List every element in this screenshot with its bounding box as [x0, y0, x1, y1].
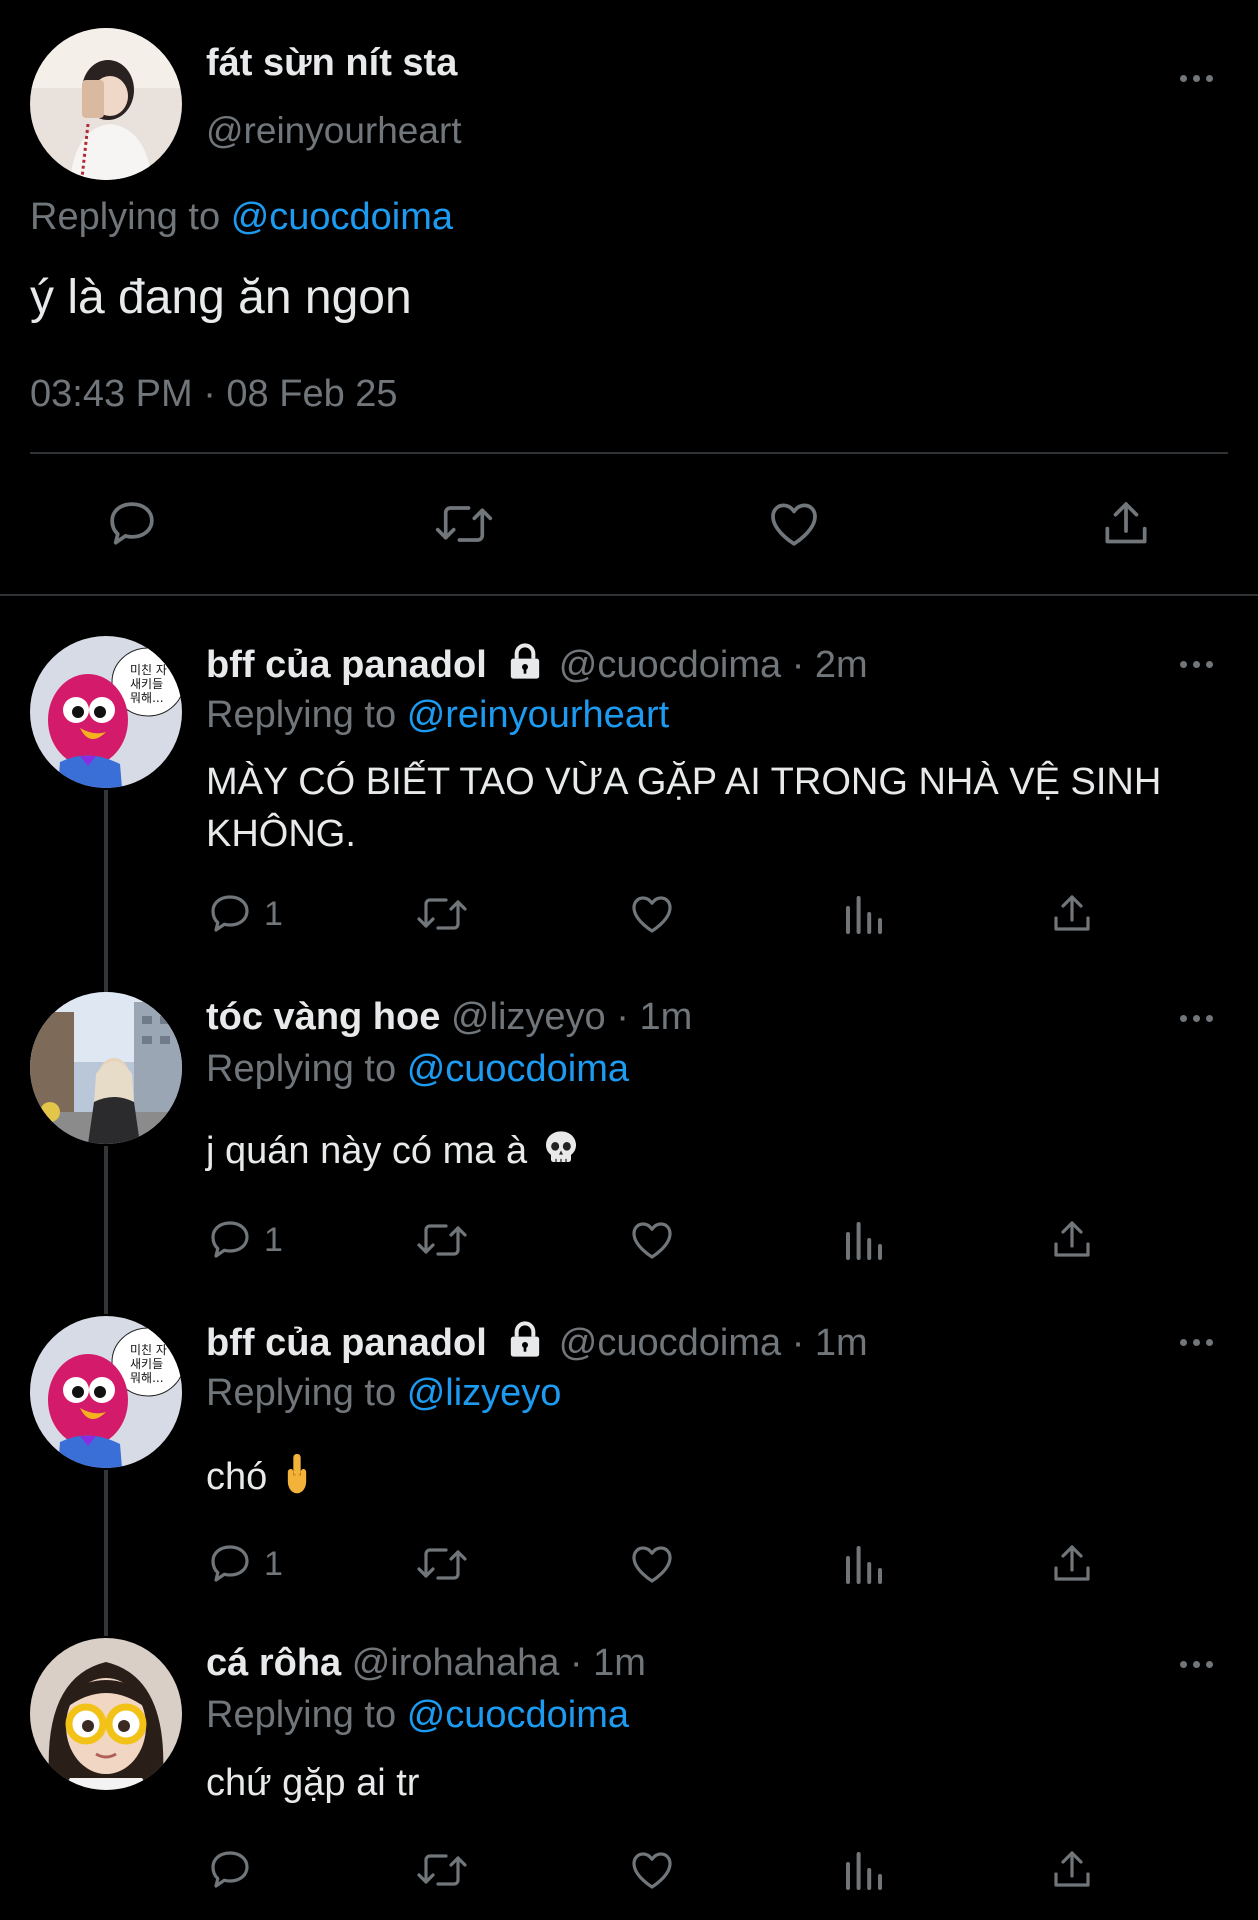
- main-handle[interactable]: @reinyourheart: [206, 110, 462, 152]
- like-icon[interactable]: [628, 1216, 676, 1264]
- reply-text: MÀY CÓ BIẾT TAO VỪA GẶP AI TRONG NHÀ VỆ …: [206, 761, 1162, 855]
- reply-time[interactable]: · 1m: [792, 1322, 868, 1364]
- share-icon[interactable]: [1048, 1540, 1096, 1588]
- reply-text: chứ gặp ai tr: [206, 1762, 420, 1804]
- reply-display-name[interactable]: bff của panadol: [206, 1322, 487, 1364]
- main-divider: [30, 452, 1228, 454]
- replying-to-link[interactable]: @cuocdoima: [231, 196, 453, 238]
- more-options-icon[interactable]: [1174, 1320, 1218, 1364]
- reply-header: cá rôha @irohahaha · 1m: [206, 1642, 646, 1685]
- avatar-cuocdoima[interactable]: 미친 자 새키들 뭐해...: [30, 636, 182, 788]
- reply-display-name[interactable]: tóc vàng hoe: [206, 996, 440, 1038]
- replying-label: Replying to: [30, 196, 221, 238]
- reply-count: 1: [264, 1220, 283, 1259]
- main-replying-line: Replying to @cuocdoima: [30, 196, 453, 239]
- reply-handle[interactable]: @lizyeyo: [451, 996, 606, 1038]
- like-icon[interactable]: [628, 890, 676, 938]
- like-icon[interactable]: [628, 1846, 676, 1894]
- avatar-irohahaha[interactable]: [30, 1638, 182, 1790]
- more-options-icon[interactable]: [1174, 642, 1218, 686]
- svg-text:미친 자: 미친 자: [130, 1343, 167, 1357]
- avatar-lizyeyo[interactable]: [30, 992, 182, 1144]
- replying-to-link[interactable]: @cuocdoima: [407, 1048, 629, 1090]
- retweet-icon[interactable]: [414, 890, 470, 938]
- thread-line: [104, 1470, 108, 1636]
- reply-header: bff của panadol @cuocdoima · 2m: [206, 642, 868, 692]
- main-tweet-text: ý là đang ăn ngon: [30, 271, 412, 324]
- more-options-icon[interactable]: [1174, 996, 1218, 1040]
- thread-line: [104, 1146, 108, 1314]
- views-icon[interactable]: [840, 1846, 888, 1894]
- like-icon[interactable]: [766, 496, 822, 552]
- reply-icon[interactable]: [206, 1846, 264, 1894]
- views-icon[interactable]: [840, 1216, 888, 1264]
- lock-icon: [505, 1320, 545, 1370]
- main-display-name[interactable]: fát sừn nít sta: [206, 42, 457, 85]
- reply-icon[interactable]: 1: [206, 890, 283, 938]
- svg-text:뭐해...: 뭐해...: [130, 1371, 164, 1385]
- reply-icon[interactable]: [104, 496, 160, 552]
- share-icon[interactable]: [1098, 496, 1154, 552]
- reply-time[interactable]: · 2m: [792, 644, 868, 686]
- reply-header: tóc vàng hoe @lizyeyo · 1m: [206, 996, 692, 1039]
- share-icon[interactable]: [1048, 1846, 1096, 1894]
- reply-icon[interactable]: 1: [206, 1540, 283, 1588]
- main-timestamp[interactable]: 03:43 PM · 08 Feb 25: [30, 373, 398, 416]
- svg-text:새키들: 새키들: [130, 1357, 163, 1371]
- retweet-icon[interactable]: [414, 1846, 470, 1894]
- more-options-icon[interactable]: [1174, 1642, 1218, 1686]
- views-icon[interactable]: [840, 890, 888, 938]
- reply-handle[interactable]: @cuocdoima: [559, 644, 781, 686]
- reply-handle[interactable]: @irohahaha: [352, 1642, 560, 1684]
- reply-replying-line: Replying to @cuocdoima: [206, 1694, 629, 1737]
- reply-time[interactable]: · 1m: [570, 1642, 646, 1684]
- replying-to-link[interactable]: @reinyourheart: [407, 694, 669, 736]
- reply-count: 1: [264, 1544, 283, 1583]
- replying-to-link[interactable]: @lizyeyo: [407, 1372, 562, 1414]
- thread-line: [104, 790, 108, 992]
- reply-time[interactable]: · 1m: [616, 996, 692, 1038]
- svg-text:미친 자: 미친 자: [130, 663, 167, 677]
- retweet-icon[interactable]: [432, 496, 496, 552]
- replying-label: Replying to: [206, 1694, 397, 1736]
- svg-text:뭐해...: 뭐해...: [130, 691, 164, 705]
- reply-count: 1: [264, 894, 283, 933]
- reply-display-name[interactable]: bff của panadol: [206, 644, 487, 686]
- share-icon[interactable]: [1048, 890, 1096, 938]
- reply-text-line: chó: [206, 1452, 313, 1506]
- middle-finger-emoji-icon: [281, 1452, 313, 1506]
- reply-text-line: j quán này có ma à: [206, 1128, 581, 1178]
- replying-label: Replying to: [206, 1372, 397, 1414]
- reply-replying-line: Replying to @reinyourheart: [206, 694, 669, 737]
- avatar-reinyourheart[interactable]: [30, 28, 182, 180]
- share-icon[interactable]: [1048, 1216, 1096, 1264]
- replying-label: Replying to: [206, 1048, 397, 1090]
- reply-handle[interactable]: @cuocdoima: [559, 1322, 781, 1364]
- reply-display-name[interactable]: cá rôha: [206, 1642, 341, 1684]
- replying-to-link[interactable]: @cuocdoima: [407, 1694, 629, 1736]
- retweet-icon[interactable]: [414, 1540, 470, 1588]
- section-divider: [0, 594, 1258, 596]
- reply-replying-line: Replying to @cuocdoima: [206, 1048, 629, 1091]
- reply-text: chó: [206, 1456, 268, 1499]
- reply-text: j quán này có ma à: [206, 1130, 528, 1173]
- skull-emoji-icon: [541, 1128, 581, 1178]
- more-options-icon[interactable]: [1174, 56, 1218, 100]
- like-icon[interactable]: [628, 1540, 676, 1588]
- avatar-cuocdoima[interactable]: 미친 자 새키들 뭐해...: [30, 1316, 182, 1468]
- svg-text:새키들: 새키들: [130, 677, 163, 691]
- reply-icon[interactable]: 1: [206, 1216, 283, 1264]
- retweet-icon[interactable]: [414, 1216, 470, 1264]
- reply-header: bff của panadol @cuocdoima · 1m: [206, 1320, 868, 1370]
- replying-label: Replying to: [206, 694, 397, 736]
- views-icon[interactable]: [840, 1540, 888, 1588]
- reply-replying-line: Replying to @lizyeyo: [206, 1372, 561, 1415]
- lock-icon: [505, 642, 545, 692]
